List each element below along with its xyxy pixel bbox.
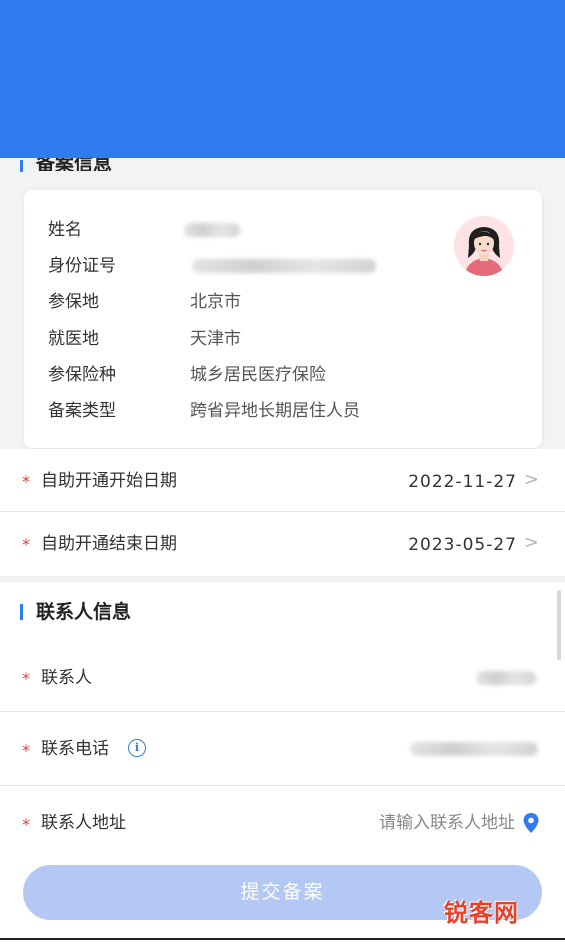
insurance-type-label: 参保险种 (48, 365, 116, 385)
mini-program-capsule: ••• (418, 5, 551, 41)
contact-phone-row[interactable]: * 联系电话 i (0, 716, 565, 780)
required-mark: * (22, 815, 30, 834)
name-label: 姓名 (48, 220, 82, 240)
contact-info-title: 联系人信息 (36, 601, 132, 623)
contact-address-label: 联系人地址 (41, 813, 126, 833)
header: 异地就医自助开通 ••• 1 2 3 4 备案方式 备案告知书 备案材料 查看结… (0, 0, 565, 158)
required-mark: * (22, 472, 30, 491)
nav-bar: 异地就医自助开通 ••• (0, 0, 565, 48)
back-button[interactable] (18, 6, 48, 40)
step-4-label: 查看结果 (451, 119, 519, 139)
step-1-circle: 1 (58, 69, 88, 97)
step-2-label: 备案告知书 (165, 119, 250, 139)
id-number-label: 身份证号 (48, 256, 116, 276)
start-date-row[interactable]: * 自助开通开始日期 2022-11-27 > (0, 449, 565, 513)
section-accent-bar (20, 160, 23, 172)
scrollbar[interactable] (557, 590, 561, 660)
watermark-logo: 锐客网 (444, 899, 519, 927)
section-gap (0, 576, 565, 582)
insured-place-value: 北京市 (190, 292, 241, 312)
record-type-label: 备案类型 (48, 401, 116, 421)
start-date-label: 自助开通开始日期 (41, 471, 177, 491)
insurance-type-value: 城乡居民医疗保险 (190, 365, 326, 385)
step-connector (240, 82, 333, 84)
record-type-value: 跨省异地长期居住人员 (190, 401, 360, 421)
step-3-label: 备案材料 (318, 119, 386, 139)
contact-address-input[interactable]: 请输入联系人地址 (379, 811, 515, 835)
location-pin-icon[interactable] (522, 812, 540, 834)
id-number-value-blurred (192, 259, 376, 273)
contact-name-label: 联系人 (41, 668, 92, 688)
treatment-place-value: 天津市 (190, 329, 241, 349)
step-3-circle: 3 (343, 69, 373, 97)
bottom-edge (0, 938, 565, 940)
chevron-right-icon: > (523, 532, 539, 553)
start-date-value: 2022-11-27 (408, 472, 517, 492)
step-4-circle: 4 (476, 69, 506, 97)
end-date-label: 自助开通结束日期 (41, 534, 177, 554)
required-mark: * (22, 535, 30, 554)
contact-name-row[interactable]: * 联系人 (0, 646, 565, 710)
end-date-row[interactable]: * 自助开通结束日期 2023-05-27 > (0, 512, 565, 576)
insured-place-label: 参保地 (48, 292, 99, 312)
name-value-blurred (184, 223, 240, 237)
more-icon[interactable]: ••• (419, 6, 485, 40)
end-date-value: 2023-05-27 (408, 535, 517, 555)
step-connector (382, 82, 466, 84)
back-chevron-icon (22, 10, 35, 32)
treatment-place-label: 就医地 (48, 329, 99, 349)
contact-phone-blurred (410, 742, 538, 756)
required-mark: * (22, 669, 30, 688)
row-divider (0, 711, 565, 712)
step-connector (97, 82, 190, 84)
info-icon[interactable]: i (128, 739, 146, 757)
row-divider (0, 785, 565, 786)
close-icon[interactable] (508, 12, 532, 36)
required-mark: * (22, 741, 30, 760)
contact-address-row[interactable]: * 联系人地址 请输入联系人地址 (0, 791, 565, 855)
section-accent-bar (20, 604, 23, 620)
contact-phone-label: 联系电话 (41, 739, 109, 759)
step-1-label: 备案方式 (33, 119, 101, 139)
record-info-card: 姓名 身份证号 参保地 北京市 就医地 天津市 参保险种 城乡居民医疗保险 备案… (24, 190, 542, 448)
record-info-title: 备案信息 (36, 153, 113, 171)
capsule-divider (485, 14, 486, 32)
step-2-circle: 2 (200, 69, 230, 97)
page-title: 异地就医自助开通 (64, 11, 249, 36)
avatar (454, 216, 514, 276)
contact-name-blurred (476, 671, 536, 685)
female-avatar-icon (454, 216, 514, 276)
chevron-right-icon: > (523, 469, 539, 490)
